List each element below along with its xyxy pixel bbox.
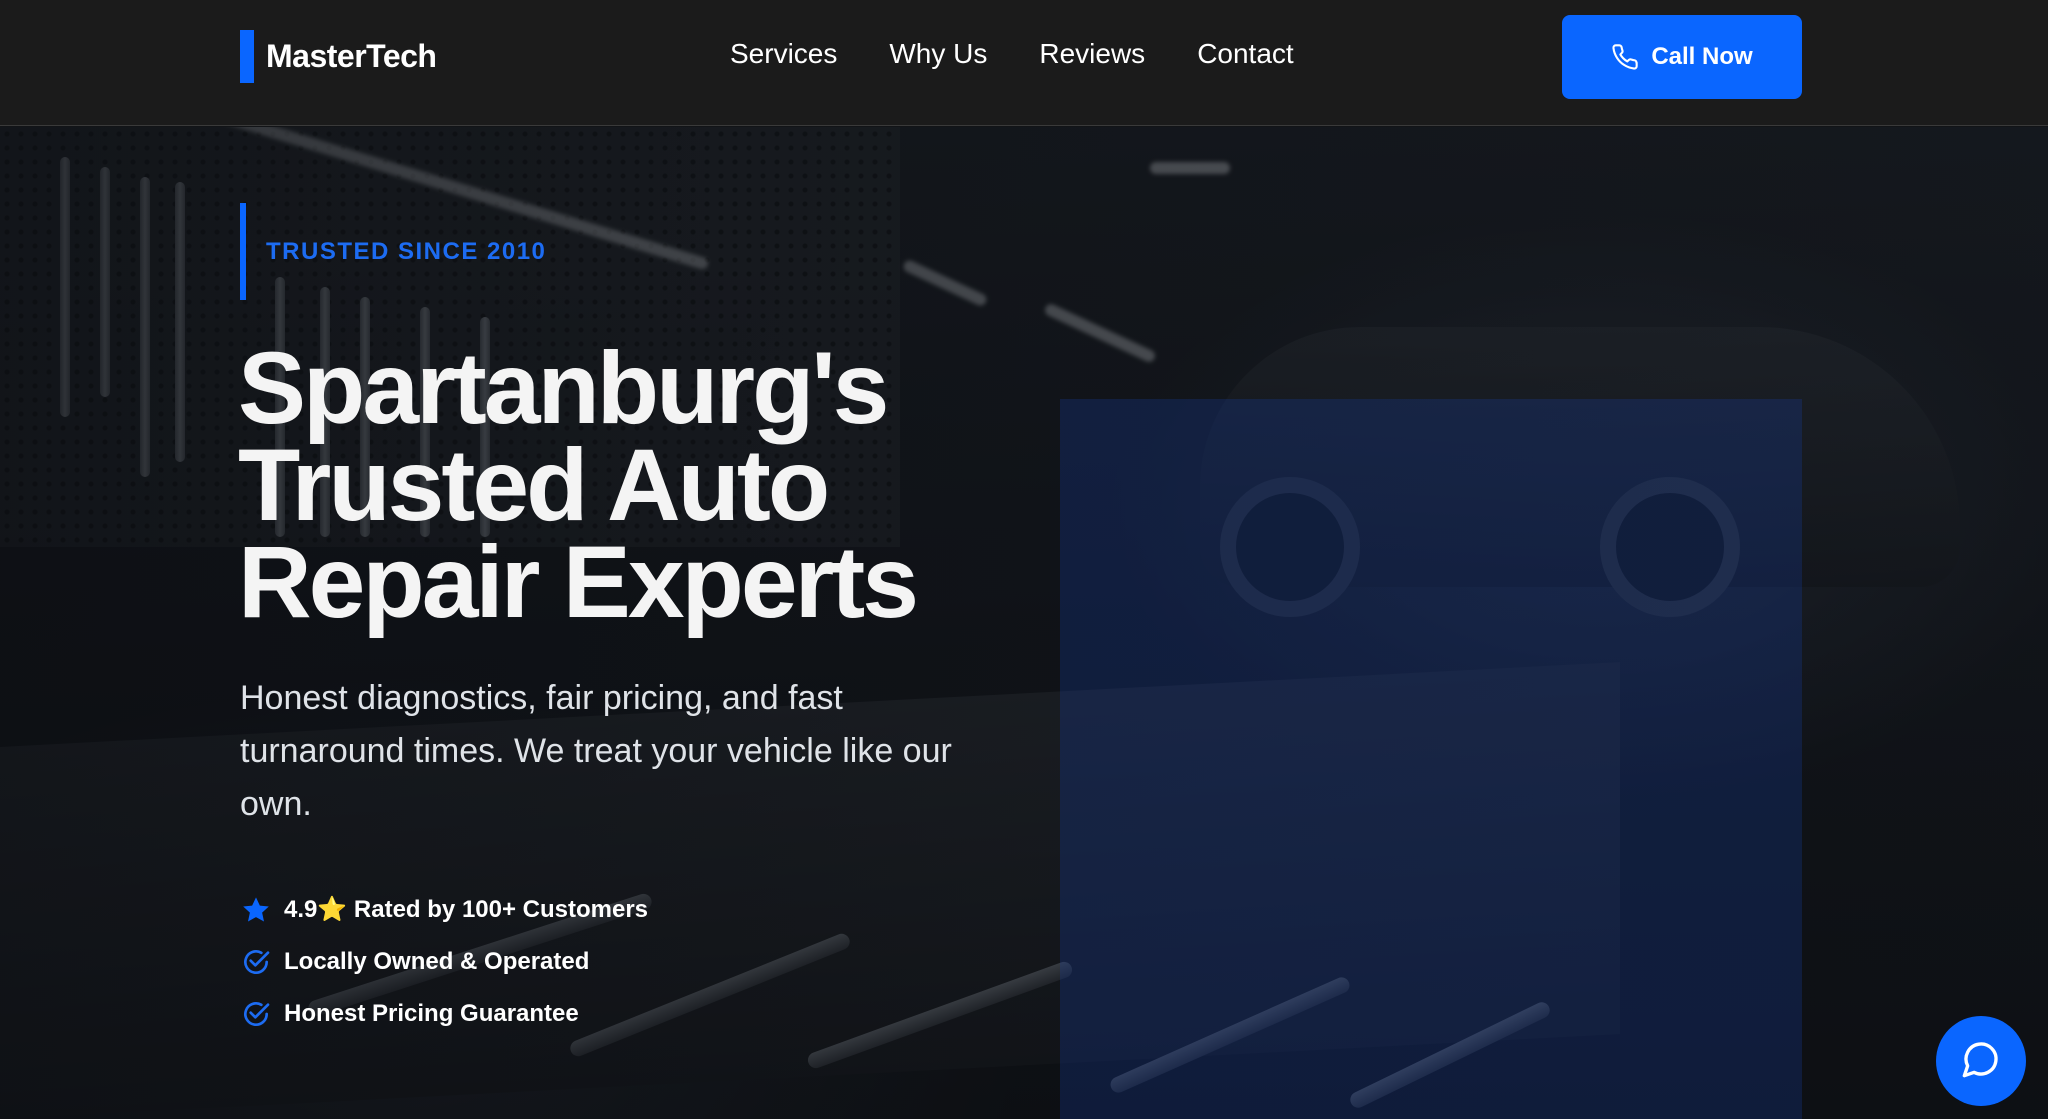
eyebrow-accent-bar <box>240 203 246 300</box>
feature-text: 4.9⭐ Rated by 100+ Customers <box>284 896 649 923</box>
nav-link-services[interactable]: Services <box>730 38 837 70</box>
nav-link-reviews[interactable]: Reviews <box>1039 38 1145 70</box>
star-icon <box>240 894 272 926</box>
hero-subtext: Honest diagnostics, fair pricing, and fa… <box>240 679 952 823</box>
hero-blue-panel <box>1060 399 1802 1119</box>
site-header: MasterTech Services Why Us Reviews Conta… <box>0 0 2048 126</box>
phone-icon <box>1611 43 1639 71</box>
feature-list: 4.9⭐ Rated by 100+ Customers Locally Own… <box>240 894 648 1029</box>
hero-headline: Spartanburg's Trusted Auto Repair Expert… <box>238 331 919 639</box>
eyebrow-text: TRUSTED SINCE 2010 <box>266 237 547 265</box>
feature-item-local: Locally Owned & Operated <box>240 946 648 977</box>
eyebrow: TRUSTED SINCE 2010 <box>240 203 546 300</box>
logo-text: MasterTech <box>266 38 437 74</box>
feature-item-pricing: Honest Pricing Guarantee <box>240 998 648 1029</box>
feature-item-rating: 4.9⭐ Rated by 100+ Customers <box>240 894 648 925</box>
logo[interactable]: MasterTech <box>240 30 437 83</box>
chat-widget-button[interactable] <box>1936 1016 2026 1106</box>
logo-accent-bar <box>240 30 254 83</box>
feature-text: Locally Owned & Operated <box>284 947 590 975</box>
call-now-label: Call Now <box>1651 43 1753 70</box>
main-nav: Services Why Us Reviews Contact <box>730 38 1294 70</box>
nav-link-contact[interactable]: Contact <box>1197 38 1294 70</box>
nav-link-why-us[interactable]: Why Us <box>889 38 987 70</box>
check-badge-icon <box>240 998 272 1030</box>
chat-bubble-icon <box>1961 1039 2001 1084</box>
feature-text: Honest Pricing Guarantee <box>284 999 579 1027</box>
check-badge-icon <box>240 946 272 978</box>
call-now-button[interactable]: Call Now <box>1562 15 1802 99</box>
